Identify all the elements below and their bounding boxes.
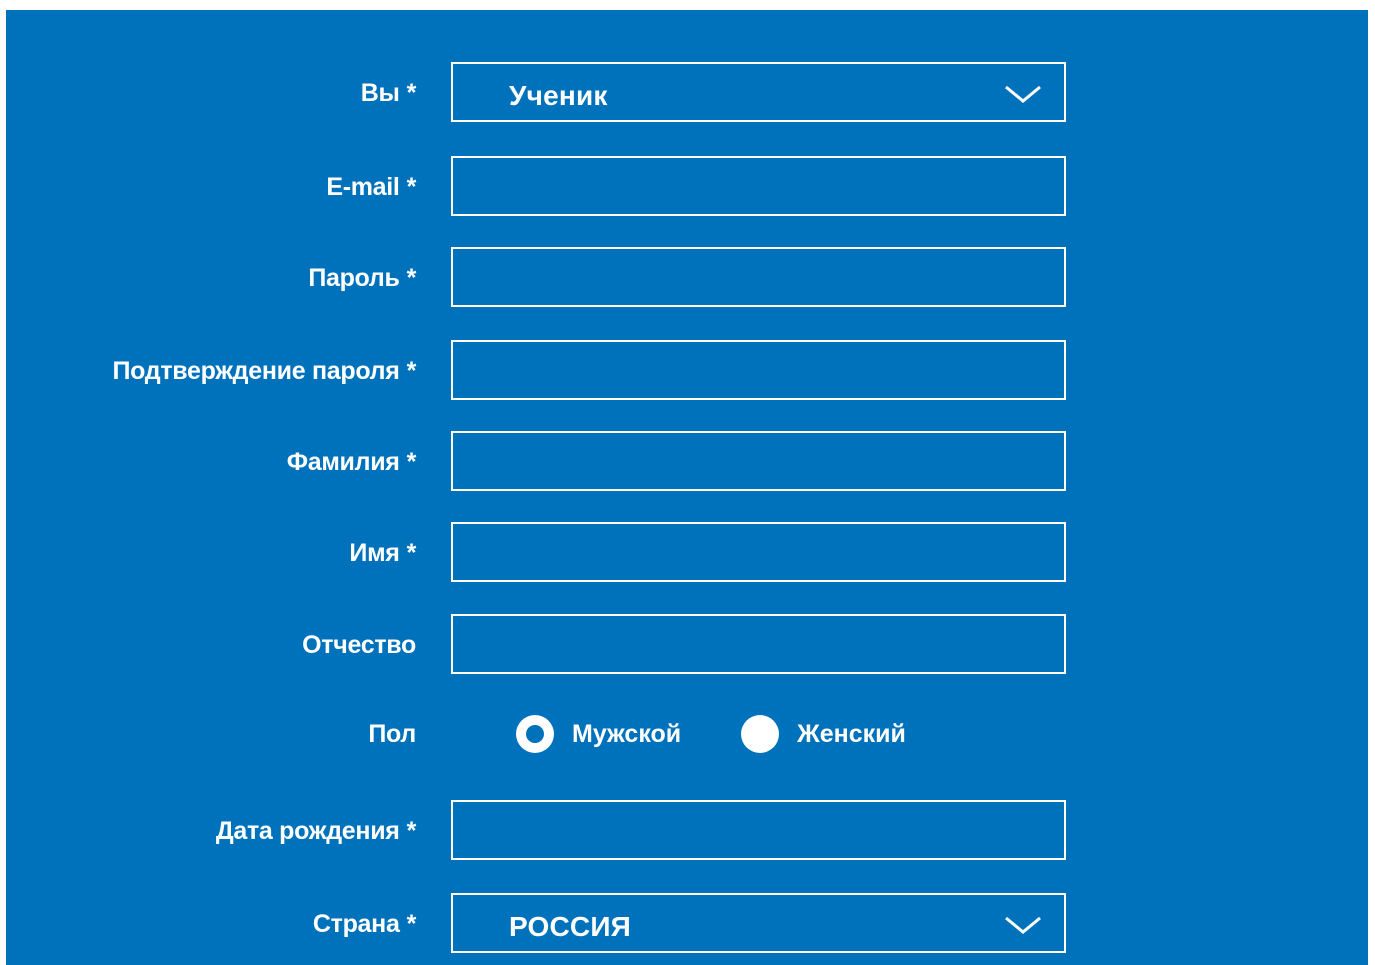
role-label: Вы * bbox=[360, 78, 417, 107]
required-mark: * bbox=[406, 356, 417, 385]
email-label: E-mail * bbox=[326, 172, 417, 201]
password-label: Пароль * bbox=[308, 263, 417, 292]
form-row-role: Вы * Ученик bbox=[6, 62, 1368, 124]
form-row-birth-date: Дата рождения * bbox=[6, 800, 1368, 862]
required-mark: * bbox=[406, 447, 417, 476]
chevron-down-icon bbox=[1005, 85, 1041, 103]
last-name-field[interactable] bbox=[451, 431, 1066, 491]
form-row-first-name: Имя * bbox=[6, 522, 1368, 584]
patronymic-label: Отчество bbox=[302, 630, 416, 659]
required-mark: * bbox=[406, 78, 417, 107]
required-mark: * bbox=[406, 263, 417, 292]
gender-option-male-label: Мужской bbox=[572, 719, 682, 748]
required-mark: * bbox=[406, 172, 417, 201]
country-label: Страна * bbox=[312, 909, 417, 938]
last-name-label: Фамилия * bbox=[286, 447, 417, 476]
chevron-down-icon bbox=[1005, 916, 1041, 934]
radio-unchecked-icon[interactable] bbox=[741, 715, 780, 753]
email-field[interactable] bbox=[451, 156, 1066, 216]
gender-option-male[interactable]: Мужской bbox=[516, 715, 681, 753]
gender-option-female-label: Женский bbox=[797, 719, 906, 748]
password-confirm-label: Подтверждение пароля * bbox=[112, 356, 417, 385]
birth-date-label: Дата рождения * bbox=[215, 816, 417, 845]
gender-option-female[interactable]: Женский bbox=[741, 715, 906, 753]
form-row-country: Страна * РОССИЯ bbox=[6, 893, 1368, 955]
form-row-gender: Пол Мужской Женский bbox=[6, 703, 1368, 765]
patronymic-field[interactable] bbox=[451, 614, 1066, 674]
country-select[interactable]: РОССИЯ bbox=[451, 893, 1066, 953]
required-mark: * bbox=[406, 909, 417, 938]
role-select[interactable]: Ученик bbox=[451, 62, 1066, 122]
first-name-label: Имя * bbox=[349, 538, 417, 567]
form-row-password: Пароль * bbox=[6, 247, 1368, 309]
first-name-field[interactable] bbox=[451, 522, 1066, 582]
required-mark: * bbox=[406, 538, 417, 567]
form-row-password-confirm: Подтверждение пароля * bbox=[6, 340, 1368, 402]
country-select-value: РОССИЯ bbox=[509, 911, 631, 942]
required-mark: * bbox=[406, 816, 417, 845]
form-row-patronymic: Отчество bbox=[6, 614, 1368, 676]
password-confirm-field[interactable] bbox=[451, 340, 1066, 400]
birth-date-field[interactable] bbox=[451, 800, 1066, 860]
registration-form-panel: Вы * Ученик E-mail * Пароль * Подтвержде… bbox=[6, 10, 1368, 965]
password-field[interactable] bbox=[451, 247, 1066, 307]
form-row-last-name: Фамилия * bbox=[6, 431, 1368, 493]
radio-checked-icon[interactable] bbox=[516, 715, 554, 753]
gender-radio-group: Мужской Женский bbox=[516, 703, 966, 765]
role-select-value: Ученик bbox=[509, 80, 608, 111]
gender-label: Пол bbox=[368, 719, 416, 748]
form-row-email: E-mail * bbox=[6, 156, 1368, 218]
